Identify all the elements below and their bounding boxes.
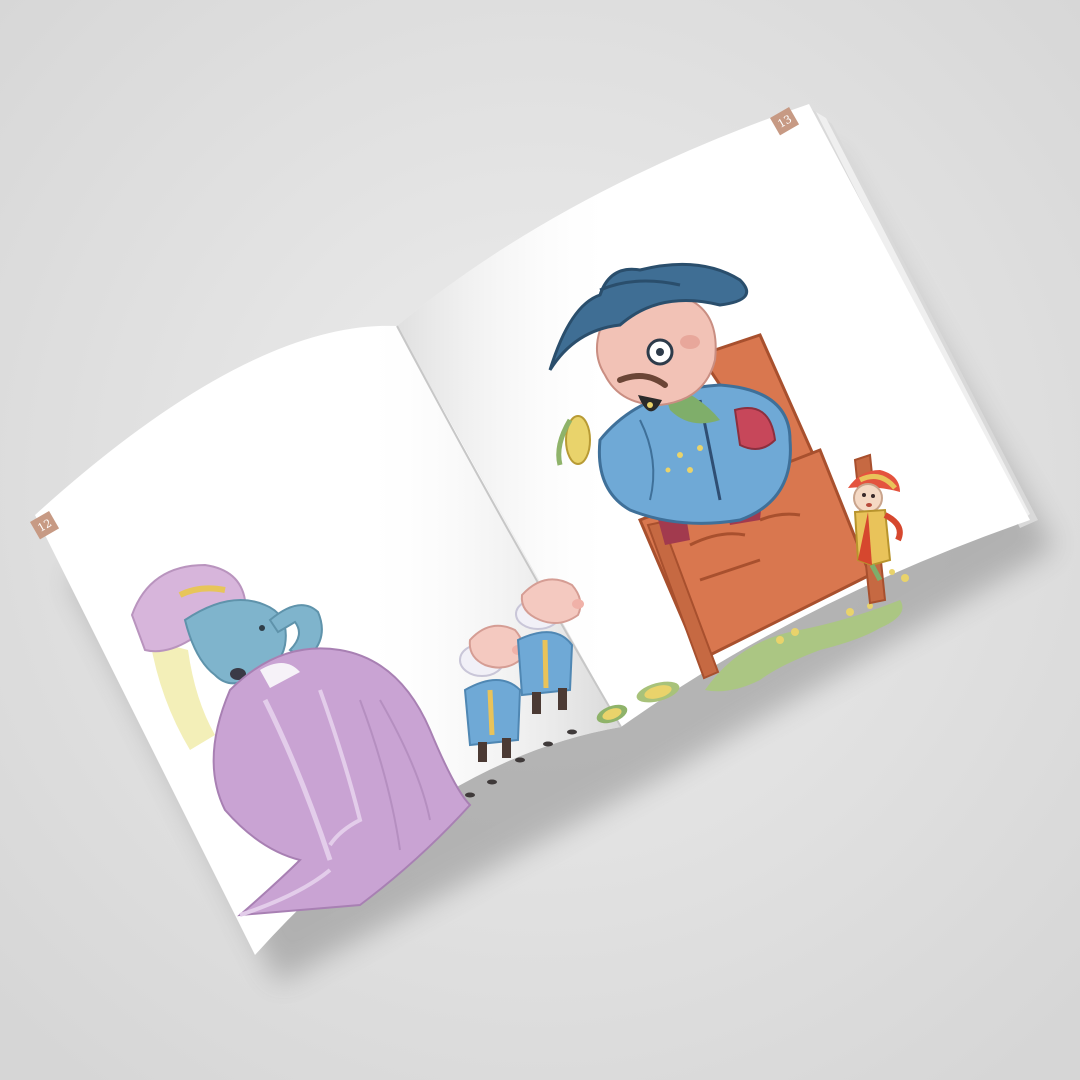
book-mockup-scene: 12 13 (0, 0, 1080, 1080)
pig-snout (680, 335, 700, 349)
pig-eye (656, 348, 664, 356)
jester-face (853, 483, 883, 513)
pig-leg (532, 692, 541, 714)
hippo-eye (259, 625, 265, 631)
pig-leg (478, 742, 487, 762)
pig-leg (558, 688, 567, 710)
pig-leg (502, 738, 511, 758)
pig-snout (572, 599, 584, 609)
